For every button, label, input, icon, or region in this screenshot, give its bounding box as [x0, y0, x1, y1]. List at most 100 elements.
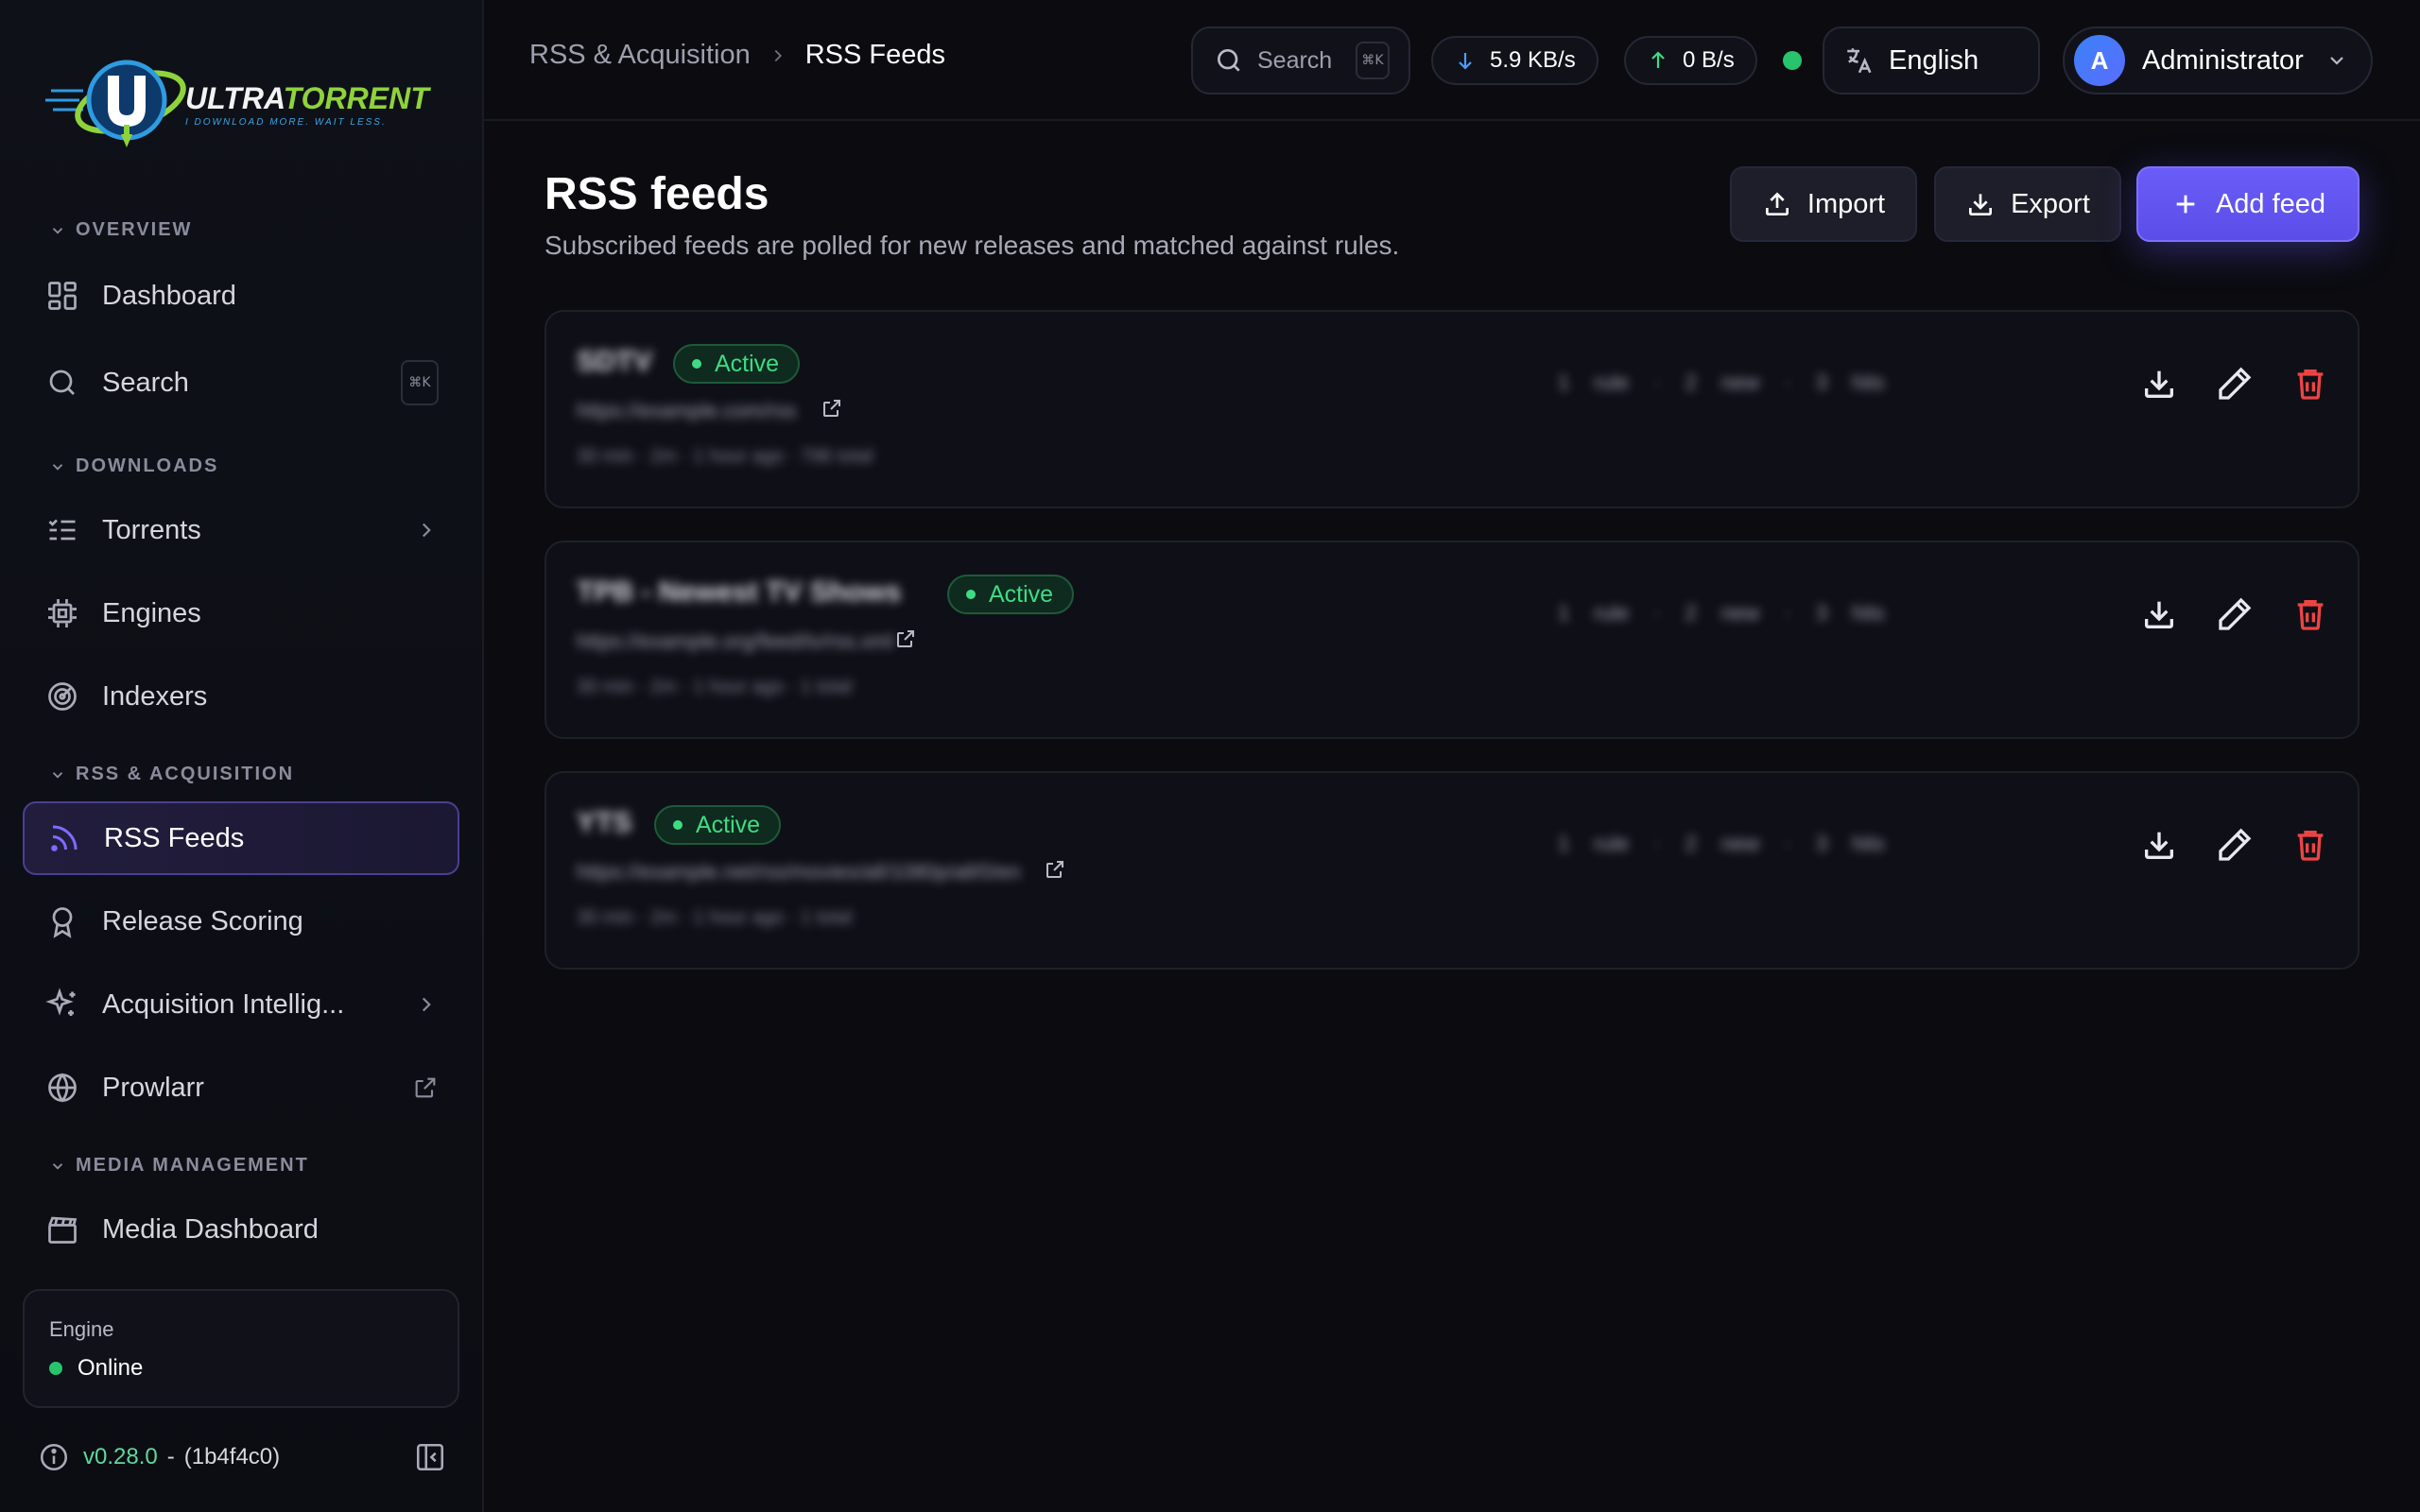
- feed-meta: 30 min · 2m · 1 hour ago · 796 total: [577, 446, 873, 467]
- global-search-button[interactable]: Search ⌘K: [1191, 26, 1410, 94]
- feed-url: https://example.org/feed/tv/rss.xml: [577, 629, 894, 653]
- engine-label: Engine: [49, 1317, 114, 1341]
- upload-speed: 0 B/s: [1624, 36, 1757, 85]
- translate-icon: [1847, 48, 1872, 74]
- trash-icon[interactable]: [2291, 826, 2329, 864]
- chevron-down-icon: [2330, 57, 2343, 65]
- cpu-icon: [48, 599, 77, 627]
- brand-tagline: I DOWNLOAD MORE. WAIT LESS.: [185, 116, 387, 128]
- chevron-down-icon: [52, 463, 63, 471]
- status-badge: Active: [947, 575, 1075, 614]
- chevron-right-icon: [422, 997, 431, 1012]
- page-subtitle: Subscribed feeds are polled for new rele…: [544, 231, 1400, 260]
- feed-stats: 1 rule · 2 new · 3 hits: [1558, 601, 1885, 625]
- search-icon: [1218, 49, 1240, 72]
- chevron-down-icon: [52, 771, 63, 779]
- section-downloads[interactable]: DOWNLOADS: [49, 455, 218, 477]
- sidebar-item-label: Indexers: [102, 680, 208, 712]
- sidebar-item-release-scoring[interactable]: Release Scoring: [23, 885, 459, 958]
- import-button[interactable]: Import: [1730, 166, 1917, 242]
- sidebar-item-acquisition-intelligence[interactable]: Acquisition Intellig...: [23, 968, 459, 1041]
- export-button[interactable]: Export: [1934, 166, 2121, 242]
- chevron-right-icon: [422, 523, 431, 538]
- feed-url: https://example.com/rss: [577, 399, 797, 422]
- shortcut-badge: ⌘K: [401, 360, 439, 405]
- search-placeholder: Search: [1257, 46, 1333, 74]
- fetch-feed-icon[interactable]: [2140, 595, 2178, 633]
- edit-pencil-icon[interactable]: [2216, 365, 2254, 403]
- radar-icon: [48, 682, 77, 711]
- sidebar-item-label: RSS Feeds: [104, 822, 245, 853]
- section-media-management[interactable]: MEDIA MANAGEMENT: [49, 1155, 309, 1177]
- external-link-icon: [415, 1077, 436, 1098]
- sidebar-item-label: Search: [102, 367, 189, 398]
- sidebar-item-label: Release Scoring: [102, 905, 303, 936]
- status-dot: [966, 590, 976, 599]
- language-selector[interactable]: English: [1823, 26, 2040, 94]
- sidebar-item-engines[interactable]: Engines: [23, 576, 459, 650]
- plus-icon: [2176, 195, 2195, 214]
- collapse-sidebar-icon[interactable]: [414, 1441, 446, 1473]
- feed-name: YTS: [577, 807, 632, 838]
- brand-name: ULTRATORRENT: [185, 80, 429, 115]
- section-rss-acquisition[interactable]: RSS & ACQUISITION: [49, 764, 294, 785]
- sidebar-item-label: Media Dashboard: [102, 1213, 319, 1245]
- edit-pencil-icon[interactable]: [2216, 826, 2254, 864]
- add-feed-button[interactable]: Add feed: [2136, 166, 2360, 242]
- status-badge: Active: [673, 344, 801, 384]
- feed-stats: 1 rule · 2 new · 3 hits: [1558, 832, 1885, 855]
- sidebar-item-torrents[interactable]: Torrents: [23, 493, 459, 567]
- external-link-icon[interactable]: [1044, 858, 1066, 881]
- sidebar-item-indexers[interactable]: Indexers: [23, 660, 459, 733]
- info-icon[interactable]: [38, 1441, 70, 1473]
- breadcrumb-current: RSS Feeds: [804, 40, 946, 70]
- trash-icon[interactable]: [2291, 365, 2329, 403]
- award-icon: [52, 907, 73, 938]
- list-check-icon: [48, 519, 76, 541]
- trash-icon[interactable]: [2291, 595, 2329, 633]
- logo-emblem-icon: [45, 49, 197, 159]
- feed-name: TPB - Newest TV Shows: [577, 576, 902, 608]
- section-overview[interactable]: OVERVIEW: [49, 219, 192, 241]
- user-name: Administrator: [2142, 44, 2304, 76]
- feed-card[interactable]: YTS Active https://example.net/rss/movie…: [544, 771, 2360, 970]
- chevron-down-icon: [52, 227, 63, 234]
- feed-card[interactable]: TPB - Newest TV Shows Active https://exa…: [544, 541, 2360, 739]
- status-dot: [673, 820, 683, 830]
- engine-status-card: Engine Online: [23, 1289, 459, 1408]
- dashboard-icon: [48, 282, 77, 310]
- rss-icon: [51, 825, 78, 851]
- sidebar-item-label: Prowlarr: [102, 1072, 204, 1103]
- clapperboard-icon: [48, 1216, 78, 1244]
- feed-card[interactable]: SDTV Active https://example.com/rss 30 m…: [544, 310, 2360, 508]
- sidebar-item-dashboard[interactable]: Dashboard: [23, 259, 459, 333]
- engine-status: Online: [78, 1355, 144, 1381]
- external-link-icon[interactable]: [821, 397, 843, 420]
- shortcut-badge: ⌘K: [1356, 42, 1390, 79]
- breadcrumb: RSS & Acquisition RSS Feeds: [529, 40, 945, 71]
- sidebar-item-rss-feeds[interactable]: RSS Feeds: [23, 801, 459, 875]
- sidebar: ULTRATORRENT I DOWNLOAD MORE. WAIT LESS.…: [0, 0, 484, 1512]
- feed-stats: 1 rule · 2 new · 3 hits: [1558, 370, 1885, 394]
- external-link-icon[interactable]: [894, 627, 917, 650]
- feed-name: SDTV: [577, 346, 653, 377]
- brand-logo[interactable]: ULTRATORRENT I DOWNLOAD MORE. WAIT LESS.: [45, 49, 442, 159]
- sidebar-item-prowlarr[interactable]: Prowlarr: [23, 1051, 459, 1125]
- fetch-feed-icon[interactable]: [2140, 365, 2178, 403]
- user-menu[interactable]: A Administrator: [2063, 26, 2373, 94]
- sidebar-item-media-dashboard[interactable]: Media Dashboard: [23, 1193, 459, 1266]
- arrow-up-icon: [1651, 51, 1665, 68]
- sidebar-item-label: Dashboard: [102, 280, 236, 311]
- breadcrumb-parent[interactable]: RSS & Acquisition: [529, 40, 751, 71]
- avatar: A: [2074, 35, 2125, 86]
- page-title: RSS feeds: [544, 169, 769, 219]
- sidebar-item-search[interactable]: Search ⌘K: [23, 346, 459, 420]
- chevron-down-icon: [52, 1162, 63, 1170]
- version-number[interactable]: v0.28.0: [83, 1444, 158, 1470]
- sidebar-item-label: Acquisition Intellig...: [102, 988, 345, 1020]
- fetch-feed-icon[interactable]: [2140, 826, 2178, 864]
- feed-meta: 30 min · 2m · 1 hour ago · 1 total: [577, 677, 853, 697]
- feed-url: https://example.net/rss/movies/all/1080p…: [577, 860, 1021, 884]
- edit-pencil-icon[interactable]: [2216, 595, 2254, 633]
- search-icon: [49, 369, 75, 395]
